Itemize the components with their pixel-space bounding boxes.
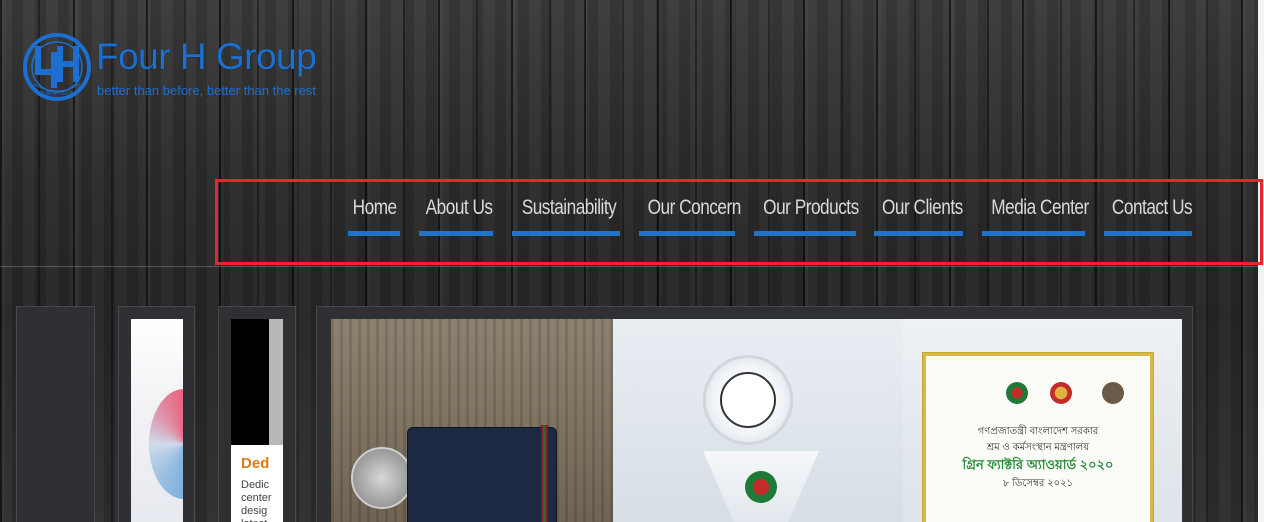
crystal-award-image (703, 355, 793, 445)
nav-item-about-us[interactable]: About Us (419, 192, 493, 236)
header-divider (0, 266, 1258, 267)
card-text-line: desig (241, 505, 268, 517)
nav-item-our-clients[interactable]: Our Clients (874, 192, 963, 236)
card-heading: Ded (241, 455, 270, 472)
nav-underline (754, 231, 856, 236)
dedicated-card-thumbnail[interactable]: Ded Dedic center desig latest (231, 319, 283, 522)
brand-title: Four H Group (96, 36, 317, 77)
nav-label: About Us (425, 196, 493, 219)
nav-underline (348, 231, 400, 236)
slide-crystal-award-section (613, 319, 903, 522)
nav-item-contact-us[interactable]: Contact Us (1104, 192, 1193, 236)
slide-certificate-section: গণপ্রজাতন্ত্রী বাংলাদেশ সরকার শ্রম ও কর্… (903, 319, 1182, 522)
nav-underline (982, 231, 1085, 236)
card-image-dark (231, 319, 269, 445)
card-image-gray (269, 319, 283, 445)
nav-label: Contact Us (1111, 196, 1193, 219)
main-slider-panel: গণপ্রজাতন্ত্রী বাংলাদেশ সরকার শ্রম ও কর্… (316, 306, 1193, 522)
bangladesh-emblem-icon (745, 471, 777, 503)
nav-label: Our Products (763, 196, 859, 219)
emblem-icon (1006, 382, 1028, 404)
nav-underline (639, 231, 735, 236)
emblem-icon (1050, 382, 1072, 404)
nav-label: Our Clients (882, 196, 963, 219)
certificate-line: শ্রম ও কর্মসংস্থান মন্ত্রণালয় (986, 442, 1090, 453)
award-certificate: গণপ্রজাতন্ত্রী বাংলাদেশ সরকার শ্রম ও কর্… (923, 353, 1153, 522)
nav-underline (874, 231, 963, 236)
certificate-line: গণপ্রজাতন্ত্রী বাংলাদেশ সরকার (977, 426, 1099, 437)
slide-wallet-section (331, 319, 613, 522)
nav-underline (1104, 231, 1192, 236)
certificate-award-title: গ্রিন ফ্যাক্টরি অ্যাওয়ার্ড ২০২০ (962, 457, 1114, 472)
fabric-swirl-graphic (149, 389, 183, 499)
wallet-strap (541, 425, 548, 522)
crystal-emblem (720, 372, 776, 428)
wallet-image (407, 427, 557, 522)
medal-image (351, 447, 413, 509)
nav-item-our-products[interactable]: Our Products (754, 192, 859, 236)
nav-underline (512, 231, 620, 236)
nav-underline (419, 231, 493, 236)
nav-item-sustainability[interactable]: Sustainability (512, 192, 620, 236)
nav-label: Home (352, 196, 397, 219)
fabric-thumbnail-image[interactable] (131, 319, 183, 522)
nav-label: Media Center (991, 196, 1089, 219)
nav-item-our-concern[interactable]: Our Concern (639, 192, 742, 236)
card-text-line: center (241, 492, 272, 504)
svg-text:FOUR H GROUP: FOUR H GROUP (36, 91, 79, 97)
site-logo[interactable]: FOUR H GROUP Four H Group better than be… (20, 30, 390, 102)
portrait-icon (1102, 382, 1124, 404)
content-panel-2 (118, 306, 195, 522)
card-text: Dedic center desig latest (241, 479, 283, 522)
award-slide-image[interactable]: গণপ্রজাতন্ত্রী বাংলাদেশ সরকার শ্রম ও কর্… (331, 319, 1182, 522)
nav-label: Our Concern (647, 196, 742, 219)
card-text-line: latest (241, 518, 283, 522)
nav-item-media-center[interactable]: Media Center (982, 192, 1089, 236)
brand-tagline: better than before, better than the rest (97, 83, 316, 98)
four-h-logo-icon: FOUR H GROUP (23, 33, 91, 101)
content-panel-1 (16, 306, 95, 522)
certificate-date: ৮ ডিসেম্বর ২০২১ (1002, 478, 1074, 489)
content-panel-3: Ded Dedic center desig latest (218, 306, 296, 522)
nav-label: Sustainability (521, 196, 617, 219)
nav-item-home[interactable]: Home (348, 192, 400, 236)
card-text-line: Dedic (241, 479, 270, 491)
